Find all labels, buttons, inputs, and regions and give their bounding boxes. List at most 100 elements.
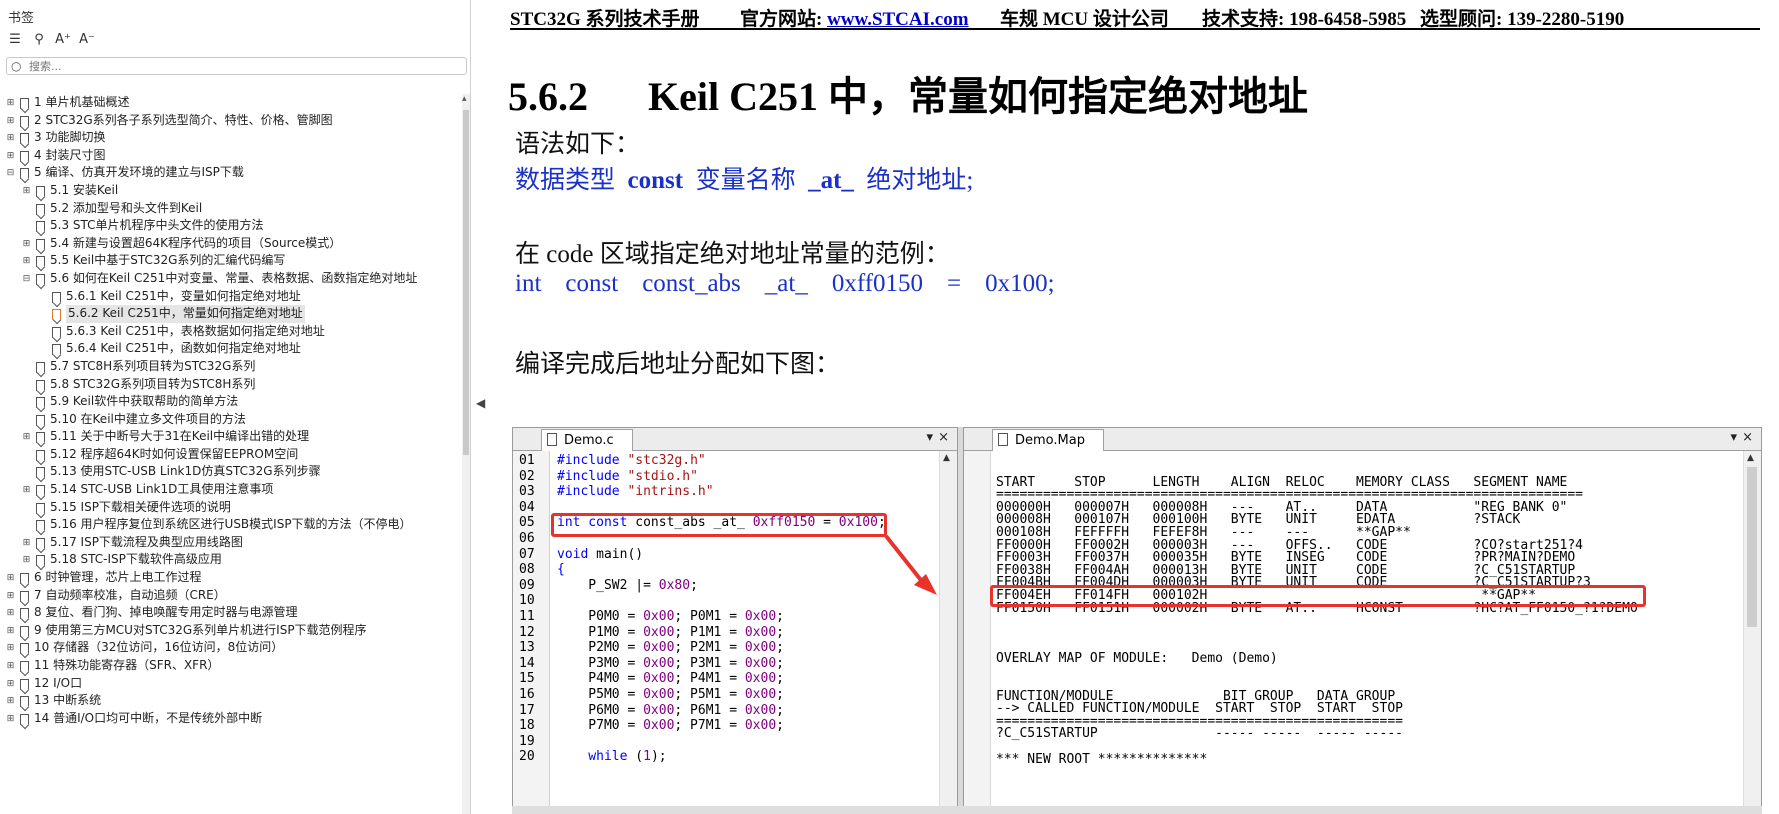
expand-icon[interactable]: ⊞ (6, 662, 15, 671)
sidebar-item[interactable]: 5.3 STC单片机程序中头文件的使用方法 (0, 217, 462, 235)
scrollbar-thumb[interactable] (1747, 467, 1757, 627)
expand-icon[interactable]: ⊞ (22, 556, 31, 565)
sidebar-item[interactable]: 5.6.1 Keil C251中，变量如何指定绝对地址 (0, 288, 462, 306)
expand-icon[interactable]: ⊞ (6, 574, 15, 583)
scroll-up-icon[interactable]: ▲ (1747, 453, 1754, 463)
line-number: 17 (519, 702, 535, 718)
map-text[interactable]: START STOP LENGTH ALIGN RELOC MEMORY CLA… (996, 464, 1638, 766)
code-text: P7M0 = 0x00; P7M1 = 0x00; (557, 718, 784, 734)
sidebar-item[interactable]: ⊞ 10 存储器（32位访问，16位访问，8位访问） (0, 639, 462, 657)
expand-icon[interactable]: ⊞ (6, 591, 15, 601)
code-token: 0x00 (643, 671, 675, 687)
sidebar-scrollbar[interactable]: ▴ (462, 94, 470, 814)
sidebar-item-label: 5.6.2 Keil C251中，常量如何指定绝对地址 (66, 305, 305, 323)
sidebar-item[interactable]: ⊞ 5.5 Keil中基于STC32G系列的汇编代码编写 (0, 252, 462, 270)
expand-icon[interactable]: ⊞ (6, 679, 15, 689)
sidebar-item[interactable]: 5.10 在Keil中建立多文件项目的方法 (0, 411, 462, 429)
close-icon[interactable]: × (1742, 430, 1753, 445)
sidebar-item[interactable]: 5.15 ISP下载相关硬件选项的说明 (0, 499, 462, 517)
horizontal-scrollbar[interactable] (512, 806, 1762, 814)
sidebar-item[interactable]: ⊞ 7 自动频率校准，自动追频（CRE） (0, 587, 462, 605)
sidebar-item[interactable]: ⊞ 5.4 新建与设置超64K程序代码的项目（Source模式） (0, 235, 462, 253)
expand-icon[interactable]: ⊞ (22, 257, 31, 266)
expand-icon[interactable]: ⊞ (6, 134, 15, 143)
code-token: ; (776, 671, 784, 687)
sidebar-item[interactable]: ⊞ 5.18 STC-ISP下载软件高级应用 (0, 551, 462, 569)
collapse-sidebar-icon[interactable]: ◀ (476, 396, 485, 410)
font-decrease-icon[interactable]: A⁻ (78, 31, 96, 49)
sidebar-item[interactable]: ⊞ 12 I/O口 (0, 675, 462, 693)
code-token: 0x00 (744, 655, 777, 671)
sidebar-item[interactable]: 5.6.4 Keil C251中，函数如何指定绝对地址 (0, 340, 462, 358)
expand-icon[interactable]: ⊞ (22, 186, 31, 196)
syntax-line: 数据类型 const 变量名称 _at_ 绝对地址; (515, 160, 973, 196)
sidebar-item[interactable]: 5.9 Keil软件中获取帮助的简单方法 (0, 393, 462, 411)
editor-scrollbar[interactable]: ▲ (939, 451, 957, 813)
sidebar-item[interactable]: ⊞ 2 STC32G系列各子系列选型简介、特性、价格、管脚图 (0, 112, 462, 130)
scroll-up-icon[interactable]: ▴ (462, 94, 467, 104)
map-scrollbar[interactable]: ▲ (1743, 451, 1761, 813)
expand-icon[interactable]: ⊞ (6, 116, 15, 126)
sidebar-item[interactable]: ⊞ 8 复位、看门狗、掉电唤醒专用定时器与电源管理 (0, 604, 462, 622)
sidebar-item[interactable]: ⊞ 9 使用第三方MCU对STC32G系列单片机进行ISP下载范例程序 (0, 622, 462, 640)
expand-icon[interactable]: ⊞ (6, 697, 15, 706)
example-code: int const const_abs _at_ 0xff0150 = 0x100; (515, 270, 1055, 298)
sidebar-item[interactable]: ⊞ 5.11 关于中断号大于31在Keil中编译出错的处理 (0, 428, 462, 446)
sidebar-item[interactable]: ⊞ 5.14 STC-USB Link1D工具使用注意事项 (0, 481, 462, 499)
sidebar-item[interactable]: 5.2 添加型号和头文件到Keil (0, 200, 462, 218)
tab-demo-c[interactable]: Demo.c (541, 429, 633, 451)
expand-icon[interactable]: ⊞ (6, 609, 15, 618)
expand-icon[interactable]: ⊞ (6, 714, 15, 724)
sidebar-item[interactable]: ⊞ 4 封装尺寸图 (0, 147, 462, 165)
font-increase-icon[interactable]: A⁺ (54, 31, 72, 49)
expand-icon[interactable]: ⊞ (22, 486, 31, 495)
bookmark-search[interactable]: ○ (6, 57, 467, 75)
expand-icon[interactable]: ⊞ (6, 626, 15, 636)
expand-icon[interactable]: ⊞ (22, 538, 31, 548)
tab-demo-map-label: Demo.Map (1015, 433, 1085, 448)
result-intro: 编译完成后地址分配如下图： (515, 351, 841, 378)
sidebar-item[interactable]: 5.8 STC32G系列项目转为STC8H系列 (0, 376, 462, 394)
sidebar-item[interactable]: ⊞ 13 中断系统 (0, 692, 462, 710)
sidebar-item[interactable]: 5.6.2 Keil C251中，常量如何指定绝对地址 (0, 305, 462, 323)
expand-icon[interactable]: ⊞ (6, 99, 15, 108)
line-number: 03 (519, 484, 535, 500)
sidebar-item[interactable]: 5.16 用户程序复位到系统区进行USB模式ISP下载的方法（不停电） (0, 516, 462, 534)
sidebar-item-label: 11 特殊功能寄存器（SFR、XFR） (34, 658, 220, 672)
outline-view-icon[interactable]: ☰ (6, 31, 24, 49)
expand-icon[interactable]: ⊞ (22, 239, 31, 249)
expand-icon[interactable]: ⊞ (22, 433, 31, 442)
bookmark-search-input[interactable] (29, 58, 449, 74)
sidebar-item[interactable]: 5.12 程序超64K时如何设置保留EEPROM空间 (0, 446, 462, 464)
tab-menu-icon[interactable]: ▾ (926, 430, 933, 445)
sidebar-item[interactable]: 5.13 使用STC-USB Link1D仿真STC32G系列步骤 (0, 463, 462, 481)
scroll-up-icon[interactable]: ▲ (943, 453, 950, 463)
collapse-icon[interactable]: ⊟ (6, 169, 15, 178)
sidebar-item[interactable]: ⊞ 5.17 ISP下载流程及典型应用线路图 (0, 534, 462, 552)
collapse-icon[interactable]: ⊟ (22, 274, 31, 284)
sidebar-item[interactable]: ⊞ 5.1 安装Keil (0, 182, 462, 200)
expand-icon[interactable]: ⊞ (6, 151, 15, 161)
example-token: 0xff0150 (831, 270, 924, 297)
sidebar-item[interactable]: ⊟ 5 编译、仿真开发环境的建立与ISP下载 (0, 164, 462, 182)
sidebar-item[interactable]: ⊞ 11 特殊功能寄存器（SFR、XFR） (0, 657, 462, 675)
sidebar-item[interactable]: ⊞ 14 普通I/O口均可中断，不是传统外部中断 (0, 710, 462, 728)
code-token: 0x00 (744, 608, 777, 624)
tab-menu-icon[interactable]: ▾ (1730, 430, 1737, 445)
code-token: { (557, 562, 565, 578)
sidebar-item[interactable]: 5.7 STC8H系列项目转为STC32G系列 (0, 358, 462, 376)
sidebar-item[interactable]: ⊞ 6 时钟管理，芯片上电工作过程 (0, 569, 462, 587)
sidebar-item[interactable]: ⊟ 5.6 如何在Keil C251中对变量、常量、表格数据、函数指定绝对地址 (0, 270, 462, 288)
close-icon[interactable]: × (938, 430, 949, 445)
sidebar-item[interactable]: ⊞ 1 单片机基础概述 (0, 94, 462, 112)
header-site-link[interactable]: www.STCAI.com (827, 9, 968, 30)
sidebar-item[interactable]: 5.6.3 Keil C251中，表格数据如何指定绝对地址 (0, 323, 462, 341)
map-tabbar: Demo.Map ▾ × (964, 428, 1761, 451)
scrollbar-thumb[interactable] (463, 110, 469, 455)
bookmark-icon (36, 432, 45, 444)
bookmark-find-icon[interactable]: ⚲ (30, 31, 48, 49)
code-text: #include "intrins.h" (557, 484, 714, 500)
sidebar-item[interactable]: ⊞ 3 功能脚切换 (0, 129, 462, 147)
expand-icon[interactable]: ⊞ (6, 644, 15, 653)
tab-demo-map[interactable]: Demo.Map (992, 429, 1104, 451)
